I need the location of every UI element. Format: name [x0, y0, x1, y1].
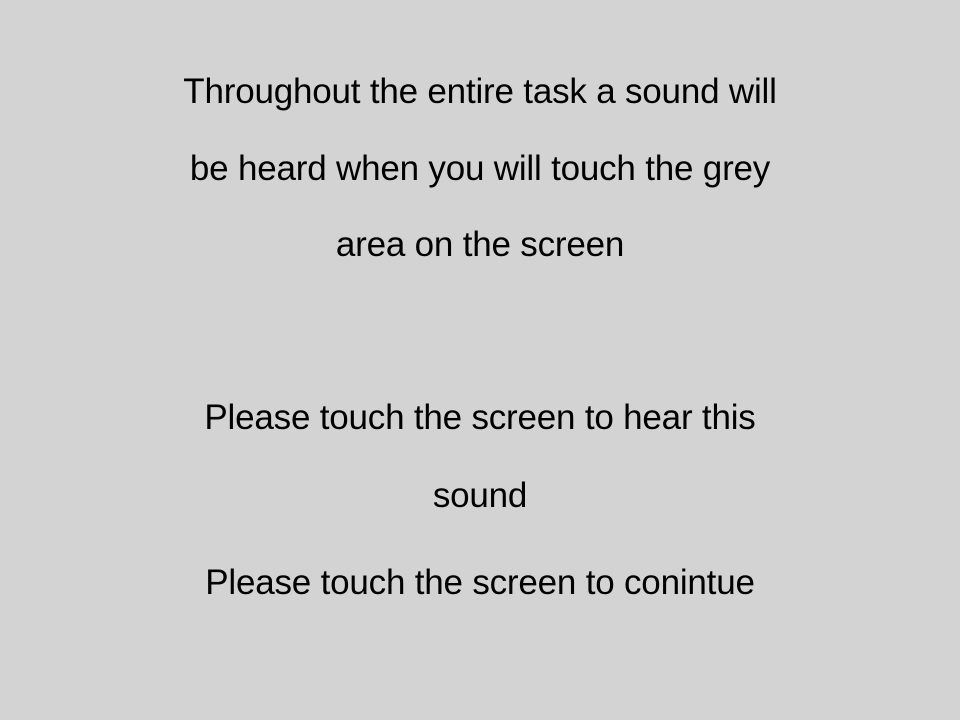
instruction-text-line-3: area on the screen	[335, 225, 625, 264]
hear-sound-prompt-line-2: sound	[432, 476, 528, 515]
instruction-text-line-1: Throughout the entire task a sound will	[183, 72, 777, 111]
continue-prompt: Please touch the screen to conintue	[205, 563, 755, 602]
hear-sound-prompt-line-1: Please touch the screen to hear this	[204, 398, 756, 437]
instruction-text-line-2: be heard when you will touch the grey	[189, 149, 771, 188]
touch-area[interactable]: Throughout the entire task a sound will …	[0, 0, 960, 720]
